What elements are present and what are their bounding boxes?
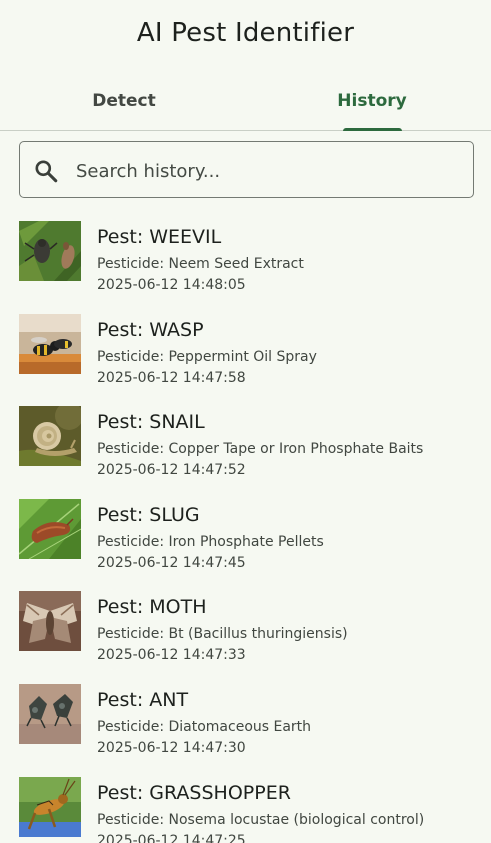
app-title: AI Pest Identifier: [136, 18, 355, 48]
pest-name: Pest: MOTH: [97, 596, 207, 619]
timestamp: 2025-06-12 14:47:25: [97, 832, 246, 843]
pest-name: Pest: WASP: [97, 318, 204, 341]
pesticide-text: Pesticide: Iron Phosphate Pellets: [97, 533, 324, 550]
ant-thumbnail: [19, 683, 81, 744]
weevil-thumbnail: [19, 221, 81, 281]
history-item-ant[interactable]: Pest: ANT Pesticide: Diatomaceous Earth …: [0, 675, 491, 768]
app-screen: AI Pest Identifier Detect History Search…: [0, 0, 491, 843]
timestamp: 2025-06-12 14:47:33: [97, 647, 246, 664]
history-item-grasshopper[interactable]: Pest: GRASSHOPPER Pesticide: Nosema locu…: [0, 768, 491, 843]
tab-history[interactable]: History: [248, 72, 491, 130]
pest-name: Pest: GRASSHOPPER: [97, 781, 291, 804]
pesticide-text: Pesticide: Diatomaceous Earth: [97, 718, 312, 735]
search-input[interactable]: [74, 150, 458, 192]
pesticide-text: Pesticide: Nosema locustae (biological c…: [97, 811, 425, 828]
slug-thumbnail: [19, 498, 81, 559]
pest-name: Pest: SLUG: [97, 503, 200, 526]
history-item-wasp[interactable]: Pest: WASP Pesticide: Peppermint Oil Spr…: [0, 305, 491, 398]
pest-name: Pest: SNAIL: [97, 411, 205, 434]
history-list: Pest: WEEVIL Pesticide: Neem Seed Extrac…: [0, 212, 491, 843]
history-item-weevil[interactable]: Pest: WEEVIL Pesticide: Neem Seed Extrac…: [0, 212, 491, 305]
pest-name: Pest: ANT: [97, 688, 189, 711]
snail-thumbnail: [19, 406, 81, 467]
pesticide-text: Pesticide: Copper Tape or Iron Phosphate…: [97, 441, 424, 458]
pesticide-text: Pesticide: Bt (Bacillus thuringiensis): [97, 626, 348, 643]
history-item-moth[interactable]: Pest: MOTH Pesticide: Bt (Bacillus thuri…: [0, 582, 491, 675]
pesticide-text: Pesticide: Neem Seed Extract: [97, 256, 304, 272]
grasshopper-thumbnail: [19, 776, 81, 837]
timestamp: 2025-06-12 14:47:45: [97, 554, 246, 571]
moth-thumbnail: [19, 591, 81, 652]
pest-name: Pest: WEEVIL: [97, 226, 222, 248]
pesticide-text: Pesticide: Peppermint Oil Spray: [97, 348, 317, 365]
timestamp: 2025-06-12 14:48:05: [97, 277, 246, 293]
timestamp: 2025-06-12 14:47:58: [97, 369, 246, 386]
history-item-slug[interactable]: Pest: SLUG Pesticide: Iron Phosphate Pel…: [0, 490, 491, 583]
wasp-thumbnail: [19, 313, 81, 374]
search-field[interactable]: [19, 141, 474, 198]
timestamp: 2025-06-12 14:47:30: [97, 739, 246, 756]
tab-detect[interactable]: Detect: [0, 72, 248, 130]
search-icon: [33, 158, 59, 184]
history-item-snail[interactable]: Pest: SNAIL Pesticide: Copper Tape or Ir…: [0, 397, 491, 490]
timestamp: 2025-06-12 14:47:52: [97, 462, 246, 479]
tab-bar: Detect History: [0, 72, 491, 131]
active-tab-indicator: [343, 128, 402, 131]
